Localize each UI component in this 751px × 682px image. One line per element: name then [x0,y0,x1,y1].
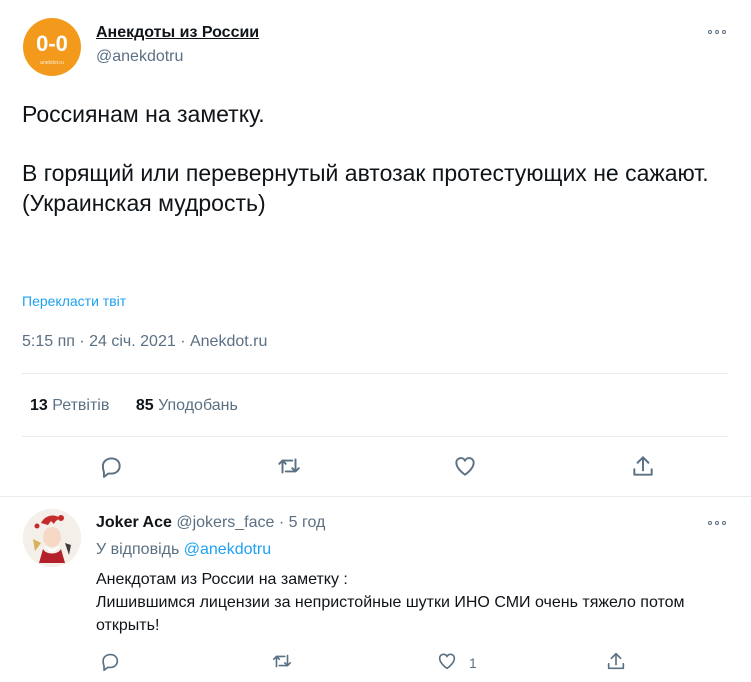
author-handle[interactable]: @anekdotru [96,48,183,66]
divider [22,373,728,374]
like-icon[interactable] [436,650,458,672]
reply-tweet[interactable]: Joker Ace @jokers_face · 5 год У відпові… [0,498,751,682]
reply-text: Анекдотам из России на заметку : Лишивши… [96,568,736,637]
reply-like-count: 1 [469,655,477,671]
likes-stat[interactable]: 85 Уподобань [136,397,238,415]
tweet-stats: 13 Ретвітів 85 Уподобань [30,397,260,415]
share-icon[interactable] [605,650,627,672]
avatar[interactable] [23,509,81,567]
author-name[interactable]: Анекдоты из России [96,24,259,42]
main-tweet: 0-0 anekdot.ru Анекдоты из России @anekd… [0,0,751,497]
retweets-stat[interactable]: 13 Ретвітів [30,397,109,415]
reply-time[interactable]: 5 год [289,514,326,531]
tweet-meta[interactable]: 5:15 пп · 24 січ. 2021 · Anekdot.ru [22,333,267,351]
reply-to-prefix: У відповідь [96,541,180,558]
translate-tweet-link[interactable]: Перекласти твіт [22,293,126,309]
reply-icon[interactable] [99,650,121,672]
reply-to: У відповідь @anekdotru [96,541,271,559]
reply-text-line: Анекдотам из России на заметку : [96,571,348,588]
avatar-logo-text: 0-0 [36,31,68,56]
tweet-text: Россиянам на заметку. В горящий или пере… [22,101,709,216]
more-icon[interactable] [708,515,730,531]
author-handle[interactable]: @jokers_face [176,514,274,531]
avatar-logo-subtext: anekdot.ru [40,60,64,66]
reply-text-line: Лишившимся лицензии за непристойные шутк… [96,594,685,634]
separator: · [278,514,285,531]
retweet-icon[interactable] [276,453,302,479]
reply-header: Joker Ace @jokers_face · 5 год [96,514,325,532]
retweet-icon[interactable] [271,650,293,672]
author-name[interactable]: Joker Ace [96,514,172,531]
like-icon[interactable] [452,453,478,479]
avatar[interactable]: 0-0 anekdot.ru [23,18,81,76]
reply-icon[interactable] [98,453,124,479]
share-icon[interactable] [630,453,656,479]
reply-to-mention[interactable]: @anekdotru [184,541,271,558]
divider [22,436,728,437]
more-icon[interactable] [708,24,730,40]
